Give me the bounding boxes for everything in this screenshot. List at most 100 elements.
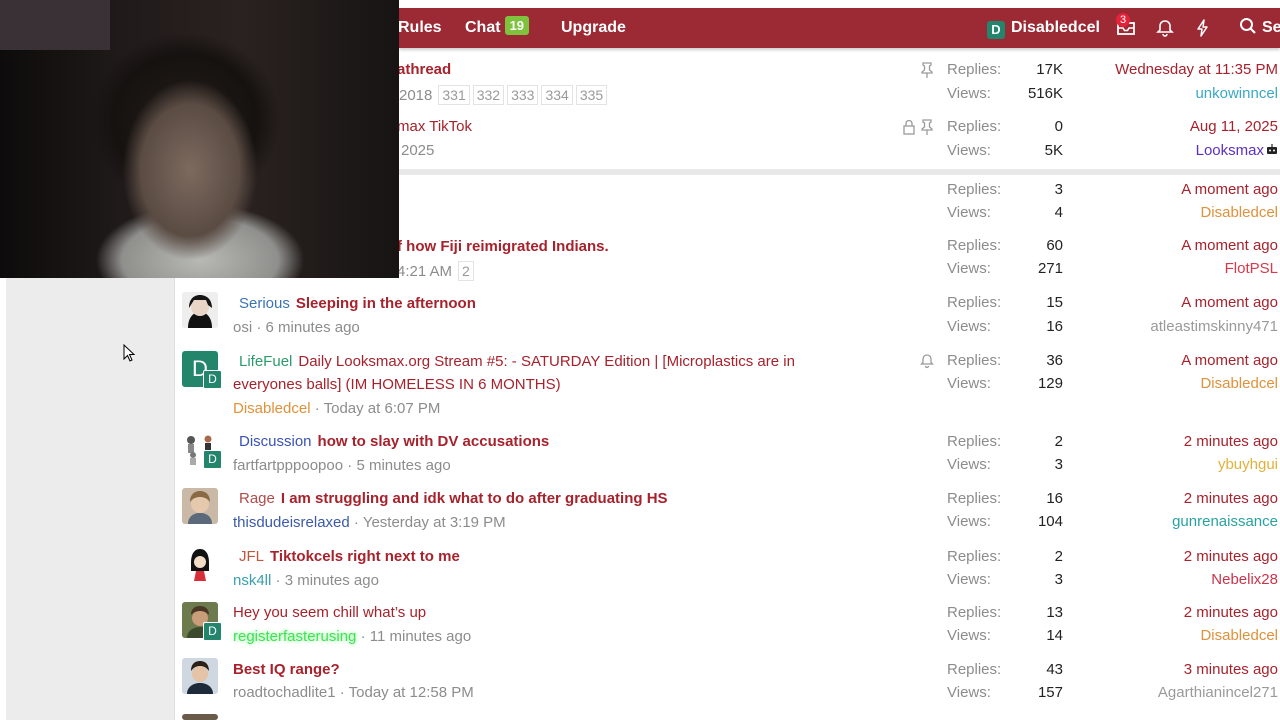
top-nav-bar: Rules Chat 19 Upgrade D Disabledcel 3 Se	[398, 8, 1280, 48]
page-link[interactable]: 332	[472, 85, 505, 105]
thread-title-link[interactable]: Serious Sleeping in the afternoon	[239, 295, 476, 312]
page-link[interactable]: 335	[575, 85, 608, 105]
thread-author[interactable]: thisdudeisrelaxed	[233, 514, 350, 531]
webcam-overlay	[0, 0, 399, 278]
last-poster-link[interactable]: FlotPSL	[1225, 260, 1278, 277]
pin-icon	[921, 119, 933, 135]
views-label: Views:	[947, 375, 991, 392]
thread-prefix: JFL	[239, 548, 265, 565]
thread-meta: 4:21 AM 2	[397, 261, 477, 281]
last-post-date[interactable]: 2 minutes ago	[1184, 548, 1278, 565]
last-poster-link[interactable]: Nebelix28	[1211, 571, 1278, 588]
last-poster-link[interactable]: atleastimskinny471	[1150, 318, 1278, 335]
nav-chat-label: Chat	[465, 19, 501, 36]
replies-label: Replies:	[947, 548, 1002, 565]
thread-prefix: Discussion	[239, 433, 312, 450]
account-menu[interactable]: D Disabledcel	[987, 8, 1100, 48]
last-post-date[interactable]: 2 minutes ago	[1184, 433, 1278, 450]
replies-count: 43	[1046, 661, 1063, 678]
avatar-badge: D	[203, 622, 222, 641]
last-poster-link[interactable]: ybuyhgui	[1218, 456, 1278, 473]
avatar[interactable]	[182, 714, 218, 720]
thread-title-link[interactable]: Hey you seem chill what’s up	[233, 604, 426, 621]
avatar[interactable]	[182, 658, 218, 694]
last-poster-link[interactable]: unkowinncel	[1195, 85, 1278, 102]
last-post-date[interactable]: A moment ago	[1181, 181, 1278, 198]
thread-author[interactable]: registerfasterusing	[233, 628, 356, 645]
thread-title-link[interactable]: athread	[397, 61, 451, 78]
robot-icon	[1267, 144, 1277, 154]
thread-start-date: Yesterday at 3:19 PM	[362, 514, 506, 531]
views-label: Views:	[947, 684, 991, 701]
last-poster-link[interactable]: Agarthianincel271	[1158, 684, 1278, 701]
last-post-date[interactable]: A moment ago	[1181, 294, 1278, 311]
thread-title-link[interactable]: Rage I am struggling and idk what to do a…	[239, 490, 668, 507]
last-poster-link[interactable]: gunrenaissance	[1172, 513, 1278, 530]
nav-rules-link[interactable]: Rules	[398, 8, 442, 48]
thread-start-date: 5 minutes ago	[356, 457, 451, 474]
avatar-badge: D	[203, 450, 222, 469]
last-post-date[interactable]: Wednesday at 11:35 PM	[1115, 61, 1278, 78]
thread-title-link[interactable]: JFL Tiktokcels right next to me	[239, 548, 460, 565]
page-link[interactable]: 331	[438, 85, 470, 105]
thread-meta: roadtochadlite1 · Today at 12:58 PM	[233, 684, 474, 701]
avatar[interactable]	[182, 292, 218, 328]
thread-author[interactable]: Disabledcel	[233, 400, 311, 417]
views-label: Views:	[947, 318, 991, 335]
page-link[interactable]: 2	[458, 261, 474, 281]
bolt-icon[interactable]	[1193, 18, 1213, 38]
last-poster-link[interactable]: Disabledcel	[1200, 204, 1278, 221]
sticky-threads-separator	[399, 169, 1280, 175]
replies-count: 2	[1054, 548, 1063, 565]
thread-start-date: 2025	[401, 142, 435, 159]
page-link[interactable]: 334	[541, 85, 573, 105]
views-count: 157	[1037, 684, 1063, 701]
avatar[interactable]	[182, 545, 218, 581]
avatar-badge: D	[203, 370, 222, 389]
bell-icon[interactable]	[1155, 18, 1175, 38]
last-post-date[interactable]: 3 minutes ago	[1184, 661, 1278, 678]
thread-author[interactable]: nsk4ll	[233, 572, 271, 589]
views-count: 16	[1046, 318, 1063, 335]
thread-meta: 2018 331 332 333 334 335	[399, 85, 610, 105]
last-post-date[interactable]: A moment ago	[1181, 237, 1278, 254]
thread-title-continued[interactable]: everyones balls] (IM HOMELESS IN 6 MONTH…	[233, 376, 561, 393]
thread-author[interactable]: fartfartpppoopoo	[233, 457, 343, 474]
left-sidebar-panel	[6, 278, 175, 720]
thread-title-link[interactable]: LifeFuel Daily Looksmax.org Stream #5: - …	[239, 353, 795, 370]
search-icon	[1240, 18, 1256, 34]
replies-count: 36	[1046, 352, 1063, 369]
last-post-date[interactable]: 2 minutes ago	[1184, 490, 1278, 507]
views-label: Views:	[947, 456, 991, 473]
thread-start-date: 6 minutes ago	[265, 319, 360, 336]
views-count: 3	[1054, 571, 1063, 588]
nav-upgrade-link[interactable]: Upgrade	[561, 8, 626, 48]
last-poster-link[interactable]: Disabledcel	[1200, 375, 1278, 392]
replies-count: 13	[1046, 604, 1063, 621]
avatar[interactable]	[182, 488, 218, 524]
last-poster-link[interactable]: Disabledcel	[1200, 627, 1278, 644]
replies-label: Replies:	[947, 661, 1002, 678]
views-label: Views:	[947, 571, 991, 588]
views-count: 104	[1037, 513, 1063, 530]
last-post-date[interactable]: 2 minutes ago	[1184, 604, 1278, 621]
views-label: Views:	[947, 627, 991, 644]
search-button[interactable]: Se	[1239, 8, 1280, 48]
thread-author[interactable]: roadtochadlite1	[233, 684, 336, 701]
thread-author[interactable]: osi	[233, 319, 252, 336]
thread-title-link[interactable]: Discussion how to slay with DV accusation…	[239, 433, 549, 450]
thread-title-link[interactable]: max TikTok	[397, 118, 472, 135]
last-post-date[interactable]: A moment ago	[1181, 352, 1278, 369]
page-link[interactable]: 333	[507, 85, 539, 105]
thread-title-link[interactable]: Best IQ range?	[233, 661, 340, 678]
thread-title-link[interactable]: f how Fiji reimigrated Indians.	[397, 238, 609, 255]
nav-chat-link[interactable]: Chat 19	[465, 8, 530, 48]
thread-start-date: 2018	[399, 87, 433, 104]
views-label: Views:	[947, 142, 991, 159]
page-jump-links: 331 332 333 334 335	[438, 85, 610, 105]
chat-count-badge: 19	[504, 16, 530, 35]
last-post-date[interactable]: Aug 11, 2025	[1190, 118, 1278, 135]
thread-prefix: Rage	[239, 490, 275, 507]
views-count: 129	[1037, 375, 1063, 392]
replies-count: 3	[1054, 181, 1063, 198]
